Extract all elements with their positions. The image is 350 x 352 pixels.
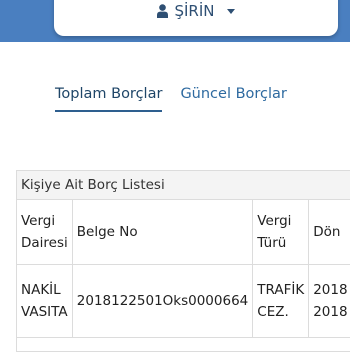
column-header-line: Vergi: [257, 213, 292, 229]
column-header-line: Türü: [257, 235, 287, 251]
user-name: ŞİRİN: [174, 2, 215, 20]
debt-list-title: Kişiye Ait Borç Listesi: [17, 171, 350, 200]
cell-vergi-turu: TRAFİK CEZ.: [252, 264, 310, 338]
user-menu-button[interactable]: ŞİRİN: [54, 2, 338, 20]
tab-guncel-borclar[interactable]: Güncel Borçlar: [180, 86, 286, 112]
column-header-vergi-turu: Vergi Türü: [252, 200, 310, 265]
user-icon: [157, 4, 169, 18]
debt-list-panel: Kişiye Ait Borç Listesi Vergi Dairesi Be…: [16, 170, 350, 352]
column-header-line: Belge No: [76, 224, 138, 240]
table-header-row: Vergi Dairesi Belge No Vergi Türü Dön: [17, 200, 350, 265]
tab-toplam-borclar[interactable]: Toplam Borçlar: [55, 86, 163, 112]
column-header-vergi-dairesi: Vergi Dairesi: [17, 200, 73, 265]
column-header-donem: Dön: [308, 200, 350, 265]
debt-table: Vergi Dairesi Belge No Vergi Türü Dön NA…: [17, 200, 350, 338]
cell-line: CEZ.: [257, 304, 289, 320]
caret-down-icon: [226, 8, 235, 14]
cell-line: VASITA: [21, 304, 68, 320]
cell-donem: 2018 2018: [308, 264, 350, 338]
cell-vergi-dairesi: NAKİL VASITA: [17, 264, 73, 338]
cell-line: NAKİL: [21, 282, 61, 298]
column-header-line: Vergi: [21, 213, 56, 229]
user-card: ŞİRİN: [54, 0, 338, 36]
cell-line: 2018: [313, 282, 348, 298]
column-header-line: Dairesi: [21, 235, 68, 251]
column-header-line: Dön: [313, 224, 341, 240]
cell-line: TRAFİK: [257, 282, 305, 298]
column-header-belge-no: Belge No: [72, 200, 254, 265]
table-row[interactable]: NAKİL VASITA 2018122501Oks0000664 TRAFİK…: [17, 264, 350, 338]
cell-belge-no: 2018122501Oks0000664: [72, 264, 254, 338]
cell-line: 2018: [313, 304, 348, 320]
debt-tabs: Toplam Borçlar Güncel Borçlar: [55, 86, 287, 112]
